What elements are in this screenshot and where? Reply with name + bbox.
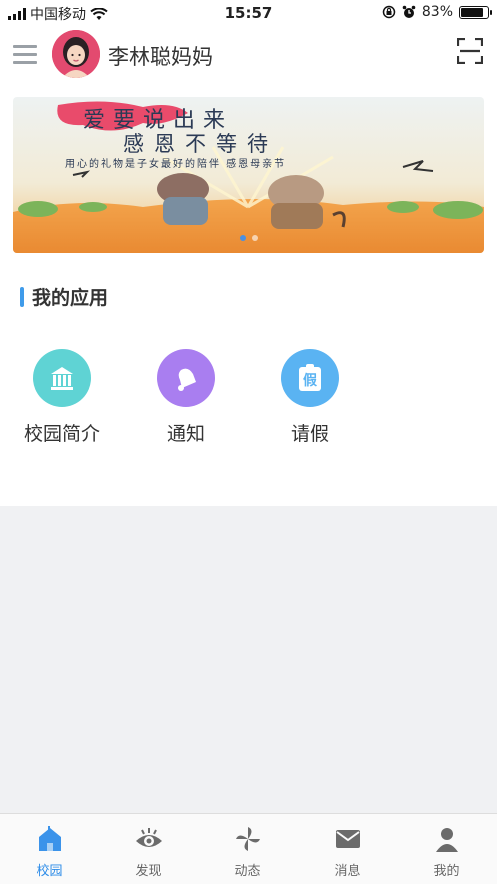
building-icon [33,349,91,407]
section-accent-bar [20,286,24,307]
app-label: 请假 [290,423,329,445]
tab-bar: 校园 发现 动态 消息 我的 [0,813,497,884]
tab-activity[interactable]: 动态 [198,814,297,879]
section-title: 我的应用 [20,283,108,310]
banner-headline-1: 爱要说出来 [83,108,233,133]
banner-image: 爱要说出来 感恩不等待 用心的礼物是子女最好的陪伴 感恩母亲节 [13,97,484,253]
app-notice[interactable]: 通知 [136,349,236,446]
school-icon [38,826,61,851]
svg-text:假: 假 [303,372,318,389]
bell-icon [157,349,215,407]
battery-percent: 83% [421,4,453,20]
tab-discover[interactable]: 发现 [99,814,198,879]
banner-carousel[interactable]: 爱要说出来 感恩不等待 用心的礼物是子女最好的陪伴 感恩母亲节 [13,97,484,253]
battery-icon [459,5,492,19]
app-label: 校园简介 [23,423,100,445]
app-header: 李林聪妈妈 [0,26,497,86]
scan-icon[interactable] [457,38,483,64]
carousel-dot[interactable] [251,235,258,241]
status-bar: 中国移动 15:57 83% [0,0,497,26]
carousel-indicator [13,235,484,241]
rotation-lock-icon [382,5,396,19]
eye-icon [135,828,162,847]
main-content: 爱要说出来 感恩不等待 用心的礼物是子女最好的陪伴 感恩母亲节 我的应用 校园简… [0,86,497,506]
person-icon [435,828,458,852]
page-title: 李林聪妈妈 [108,45,213,69]
tab-campus[interactable]: 校园 [0,814,99,879]
tab-messages[interactable]: 消息 [298,814,397,879]
app-campus-intro[interactable]: 校园简介 [12,349,112,446]
tab-mine[interactable]: 我的 [397,814,496,879]
banner-headline-2: 感恩不等待 [123,132,278,156]
alarm-icon [402,5,416,18]
app-label: 通知 [166,423,205,445]
mail-icon [335,830,360,848]
pinwheel-icon [235,827,260,851]
carousel-dot[interactable] [239,235,246,241]
status-right: 83% [382,4,492,20]
banner-tagline: 用心的礼物是子女最好的陪伴 感恩母亲节 [65,157,286,170]
avatar[interactable] [52,30,100,78]
leave-badge-icon: 假 [281,349,339,407]
menu-icon[interactable] [13,45,37,65]
app-leave[interactable]: 假 请假 [260,349,360,446]
